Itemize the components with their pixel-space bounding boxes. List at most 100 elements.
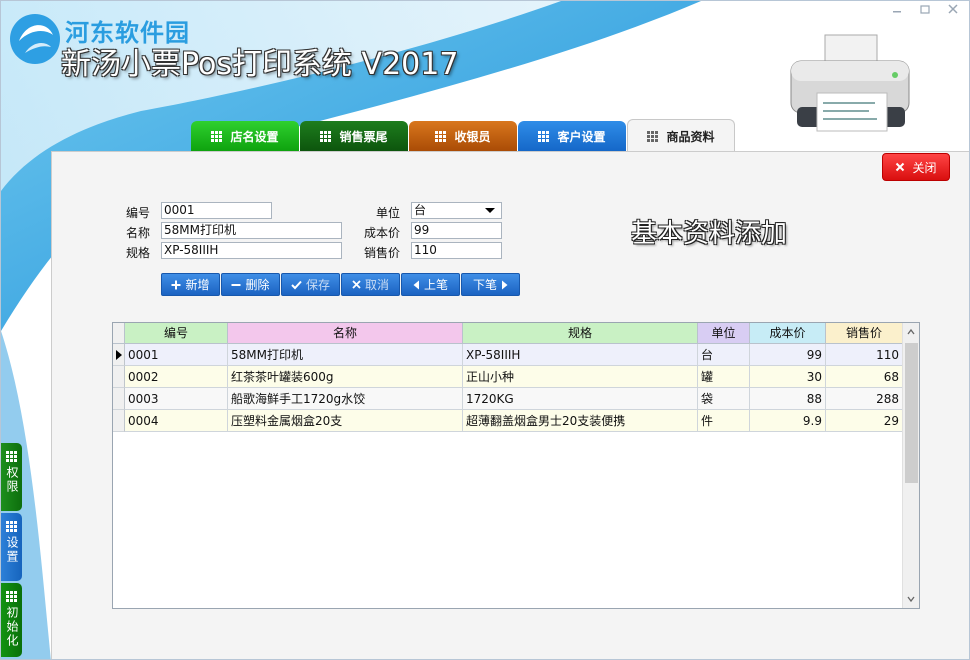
table-row[interactable]: 0001 58MM打印机 XP-58IIIH 台 99 110	[113, 344, 903, 366]
grid-icon	[538, 131, 550, 142]
column-header-code[interactable]: 编号	[125, 323, 228, 344]
current-row-pointer-icon	[116, 350, 122, 360]
side-button-label: 权限	[5, 466, 19, 494]
tab-shop-settings[interactable]: 店名设置	[191, 121, 299, 152]
cell-cost[interactable]: 88	[750, 388, 826, 410]
column-header-name[interactable]: 名称	[228, 323, 463, 344]
table-row[interactable]: 0004 压塑料金属烟盒20支 超薄翻盖烟盒男士20支装便携 件 9.9 29	[113, 410, 903, 432]
arrow-right-icon	[502, 280, 508, 289]
cell-price[interactable]: 29	[826, 410, 903, 432]
cell-price[interactable]: 68	[826, 366, 903, 388]
code-field[interactable]: 0001	[161, 202, 272, 219]
cell-unit[interactable]: 罐	[698, 366, 750, 388]
spec-field[interactable]: XP-58IIIH	[161, 242, 342, 259]
app-title: 新汤小票Pos打印系统 V2017	[61, 47, 459, 82]
tab-cashier[interactable]: 收银员	[409, 121, 517, 152]
column-header-unit[interactable]: 单位	[698, 323, 750, 344]
cell-cost[interactable]: 99	[750, 344, 826, 366]
cost-label: 成本价	[364, 226, 401, 240]
cell-cost[interactable]: 9.9	[750, 410, 826, 432]
next-button[interactable]: 下笔	[461, 273, 520, 296]
cell-unit[interactable]: 袋	[698, 388, 750, 410]
grid-icon	[647, 130, 659, 142]
cancel-button-label: 取消	[364, 278, 389, 292]
grid-icon	[320, 131, 332, 142]
add-button[interactable]: 新增	[161, 273, 220, 296]
tab-label: 销售票尾	[339, 130, 388, 144]
cell-unit[interactable]: 件	[698, 410, 750, 432]
cost-field[interactable]: 99	[411, 222, 502, 239]
cell-price[interactable]: 288	[826, 388, 903, 410]
chevron-down-icon	[485, 208, 495, 213]
cell-cost[interactable]: 30	[750, 366, 826, 388]
row-header-corner	[113, 323, 125, 344]
cell-price[interactable]: 110	[826, 344, 903, 366]
minus-icon	[231, 283, 241, 286]
table-row[interactable]: 0002 红茶茶叶罐装600g 正山小种 罐 30 68	[113, 366, 903, 388]
cell-name[interactable]: 红茶茶叶罐装600g	[228, 366, 463, 388]
cell-code[interactable]: 0001	[125, 344, 228, 366]
chevron-up-icon[interactable]	[907, 328, 915, 336]
tab-bar: 店名设置 销售票尾 收银员 客户设置 商品资料	[191, 119, 735, 154]
unit-select[interactable]: 台	[411, 202, 502, 219]
side-button-permissions[interactable]: 权限	[1, 443, 22, 511]
check-icon	[291, 280, 302, 289]
cancel-button[interactable]: 取消	[341, 273, 400, 296]
price-field[interactable]: 110	[411, 242, 502, 259]
column-header-cost[interactable]: 成本价	[750, 323, 826, 344]
unit-label: 单位	[376, 206, 401, 220]
save-button[interactable]: 保存	[281, 273, 340, 296]
cell-spec[interactable]: XP-58IIIH	[463, 344, 698, 366]
cell-code[interactable]: 0004	[125, 410, 228, 432]
cell-name[interactable]: 船歌海鲜手工1720g水饺	[228, 388, 463, 410]
name-field[interactable]: 58MM打印机	[161, 222, 342, 239]
restore-icon[interactable]	[913, 3, 937, 21]
save-button-label: 保存	[305, 278, 330, 292]
row-indicator	[113, 366, 125, 388]
delete-button[interactable]: 删除	[221, 273, 280, 296]
minimize-icon[interactable]	[885, 3, 909, 21]
grid-icon	[211, 131, 223, 142]
window-controls	[885, 3, 965, 21]
close-button-label: 关闭	[912, 160, 937, 175]
cell-spec[interactable]: 超薄翻盖烟盒男士20支装便携	[463, 410, 698, 432]
vertical-scrollbar[interactable]	[902, 323, 919, 608]
table-header: 编号 名称 规格 单位 成本价 销售价	[113, 323, 903, 344]
side-button-label: 设置	[5, 536, 19, 564]
record-toolbar: 新增 删除 保存 取消 上笔 下笔	[161, 273, 520, 296]
tab-sales-footer[interactable]: 销售票尾	[300, 121, 408, 152]
cell-name[interactable]: 压塑料金属烟盒20支	[228, 410, 463, 432]
next-button-label: 下笔	[472, 278, 497, 292]
side-button-label: 初始化	[5, 606, 19, 648]
tab-label: 收银员	[454, 130, 491, 144]
cell-code[interactable]: 0002	[125, 366, 228, 388]
column-header-price[interactable]: 销售价	[826, 323, 903, 344]
scrollbar-thumb[interactable]	[905, 343, 918, 483]
side-button-settings[interactable]: 设置	[1, 513, 22, 581]
cell-spec[interactable]: 1720KG	[463, 388, 698, 410]
product-table: 编号 名称 规格 单位 成本价 销售价 0001 58MM打印机 XP-58II…	[112, 322, 920, 609]
cell-unit[interactable]: 台	[698, 344, 750, 366]
tab-product-info[interactable]: 商品资料	[627, 119, 735, 152]
chevron-down-icon[interactable]	[907, 595, 915, 603]
row-indicator	[113, 388, 125, 410]
previous-button[interactable]: 上笔	[401, 273, 460, 296]
close-icon[interactable]	[941, 3, 965, 21]
side-button-initialize[interactable]: 初始化	[1, 583, 22, 657]
delete-button-label: 删除	[245, 278, 270, 292]
tab-label: 商品资料	[666, 129, 715, 144]
tab-customer-settings[interactable]: 客户设置	[518, 121, 626, 152]
row-indicator	[113, 410, 125, 432]
name-label: 名称	[126, 226, 151, 240]
x-icon	[896, 162, 905, 172]
close-button[interactable]: 关闭	[882, 153, 950, 181]
cell-code[interactable]: 0003	[125, 388, 228, 410]
code-label: 编号	[126, 206, 151, 220]
grid-icon	[6, 451, 17, 462]
table-row[interactable]: 0003 船歌海鲜手工1720g水饺 1720KG 袋 88 288	[113, 388, 903, 410]
grid-icon	[435, 131, 447, 142]
column-header-spec[interactable]: 规格	[463, 323, 698, 344]
arrow-left-icon	[413, 280, 419, 289]
cell-name[interactable]: 58MM打印机	[228, 344, 463, 366]
cell-spec[interactable]: 正山小种	[463, 366, 698, 388]
